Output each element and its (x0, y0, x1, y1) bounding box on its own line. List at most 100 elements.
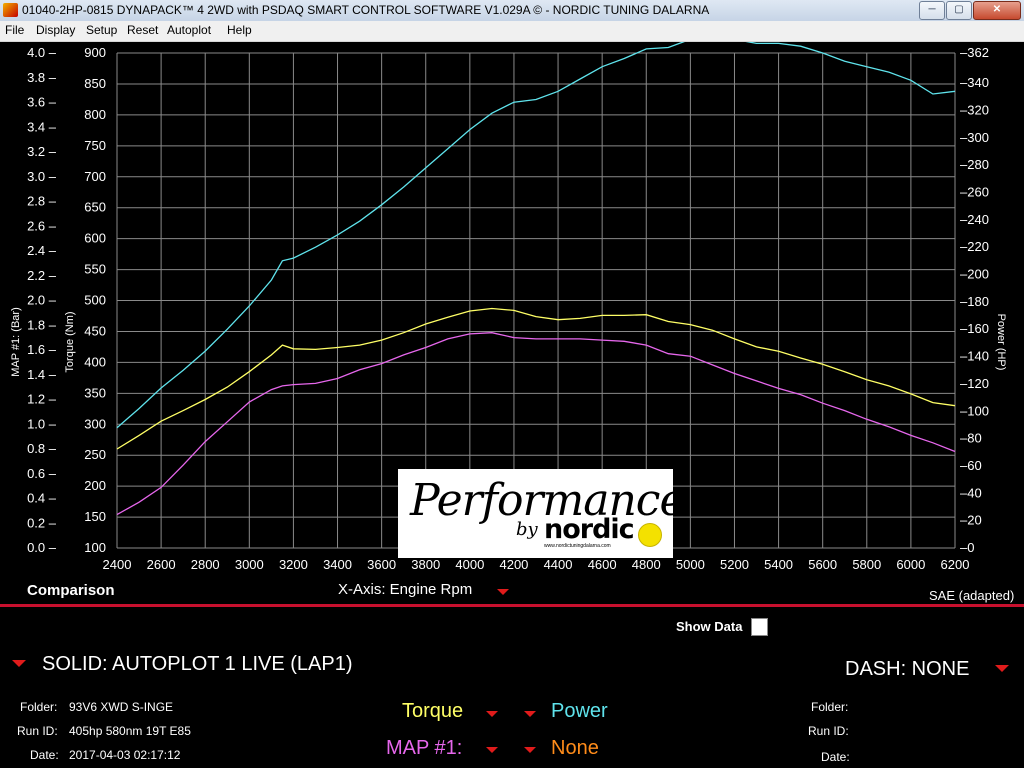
power-tick-label: –60 (960, 458, 982, 473)
power-tick-label: –340 (960, 75, 989, 90)
none-series-selector[interactable]: None (551, 737, 599, 760)
torque-tick-label: 750 (84, 138, 106, 153)
torque-tick-label: 700 (84, 169, 106, 184)
app-icon (3, 3, 18, 17)
torque-series-selector[interactable]: Torque (402, 700, 463, 723)
none-dropdown-icon[interactable] (524, 747, 536, 753)
x-tick-label: 5800 (852, 557, 881, 572)
power-tick-label: –0 (960, 540, 974, 555)
x-tick-label: 4800 (632, 557, 661, 572)
dyno-chart: 2400 2600 2800 3000 3200 3400 3600 3800 4000 4200… (0, 42, 1024, 602)
map-tick-label: 4.0 – (27, 45, 57, 60)
map-tick-label: 1.2 – (27, 392, 57, 407)
menu-display[interactable]: Display (36, 23, 75, 37)
power-dropdown-icon[interactable] (524, 711, 536, 717)
solid-run-label[interactable]: SOLID: AUTOPLOT 1 LIVE (LAP1) (42, 653, 353, 676)
map-tick-label: 1.8 – (27, 317, 57, 332)
map-tick-label: 0.2 – (27, 515, 57, 530)
power-tick-label: –180 (960, 294, 989, 309)
x-axis-dropdown-icon[interactable] (497, 589, 509, 595)
power-tick-label: –160 (960, 321, 989, 336)
folder-value: 93V6 XWD S-INGE (69, 700, 174, 714)
solid-run-dropdown-icon[interactable] (12, 660, 26, 667)
power-tick-label: –80 (960, 431, 982, 446)
logo-url: www.nordictuningdalarna.com (544, 543, 611, 549)
x-tick-label: 3600 (367, 557, 396, 572)
dash-run-label[interactable]: DASH: NONE (845, 658, 969, 681)
x-tick-label: 5600 (808, 557, 837, 572)
torque-tick-label: 400 (84, 354, 106, 369)
map-tick-label: 3.4 – (27, 119, 57, 134)
power-tick-label: –362 (960, 45, 989, 60)
run-id-value: 405hp 580nm 19T E85 (69, 724, 191, 738)
x-axis-selector-label[interactable]: X-Axis: Engine Rpm (338, 581, 472, 598)
logo-by-text: by (516, 519, 538, 540)
power-series-selector[interactable]: Power (551, 700, 608, 723)
maximize-button[interactable]: ▢ (946, 1, 972, 20)
torque-tick-label: 500 (84, 293, 106, 308)
menu-reset[interactable]: Reset (127, 23, 158, 37)
power-tick-label: –100 (960, 403, 989, 418)
comparison-label: Comparison (27, 582, 115, 599)
x-tick-label: 5400 (764, 557, 793, 572)
power-tick-label: –40 (960, 485, 982, 500)
torque-tick-label: 800 (84, 107, 106, 122)
torque-tick-label: 550 (84, 262, 106, 277)
show-data-checkbox[interactable] (751, 618, 768, 636)
torque-tick-label: 850 (84, 76, 106, 91)
x-tick-label: 6000 (896, 557, 925, 572)
torque-tick-label: 450 (84, 323, 106, 338)
power-tick-label: –320 (960, 102, 989, 117)
menu-file[interactable]: File (5, 23, 24, 37)
power-tick-label: –200 (960, 267, 989, 282)
menu-setup[interactable]: Setup (86, 23, 117, 37)
menu-autoplot[interactable]: Autoplot (167, 23, 211, 37)
menu-help[interactable]: Help (227, 23, 252, 37)
dash-run-dropdown-icon[interactable] (995, 665, 1009, 672)
minimize-button[interactable]: ─ (919, 1, 945, 20)
map-tick-label: 2.0 – (27, 293, 57, 308)
x-tick-label: 2800 (191, 557, 220, 572)
map-tick-label: 0.6 – (27, 466, 57, 481)
map-tick-label: 2.6 – (27, 218, 57, 233)
x-tick-label: 4000 (455, 557, 484, 572)
power-tick-label: –20 (960, 513, 982, 528)
torque-tick-label: 350 (84, 385, 106, 400)
power-tick-label: –260 (960, 184, 989, 199)
logo-brand-text: nordic (544, 514, 635, 545)
torque-tick-label: 150 (84, 509, 106, 524)
run-id-label: Run ID: (17, 724, 58, 738)
map-tick-label: 2.8 – (27, 194, 57, 209)
map-tick-label: 0.0 – (27, 540, 57, 555)
torque-tick-label: 650 (84, 200, 106, 215)
x-tick-label: 2400 (103, 557, 132, 572)
series-line-power (116, 42, 956, 429)
power-tick-label: –280 (960, 157, 989, 172)
torque-tick-label: 300 (84, 416, 106, 431)
title-bar: 01040-2HP-0815 DYNAPACK™ 4 2WD with PSDA… (0, 0, 1024, 22)
logo-sun-icon (638, 523, 662, 547)
series-line-torque (116, 307, 956, 450)
dash-run-id-label: Run ID: (808, 724, 849, 738)
map-tick-label: 3.8 – (27, 70, 57, 85)
date-value: 2017-04-03 02:17:12 (69, 748, 181, 762)
map-tick-label: 1.6 – (27, 342, 57, 357)
power-tick-label: –220 (960, 239, 989, 254)
x-tick-label: 4600 (588, 557, 617, 572)
map-tick-label: 3.6 – (27, 95, 57, 110)
torque-dropdown-icon[interactable] (486, 711, 498, 717)
map-axis-title: MAP #1: (Bar) (10, 307, 22, 377)
menu-bar: File Display Setup Reset Autoplot Help (0, 21, 1024, 42)
x-tick-label: 3000 (235, 557, 264, 572)
close-button[interactable]: ✕ (973, 1, 1021, 20)
x-tick-label: 4400 (544, 557, 573, 572)
map-series-selector[interactable]: MAP #1: (386, 737, 462, 760)
map-tick-label: 3.2 – (27, 144, 57, 159)
torque-tick-label: 100 (84, 540, 106, 555)
x-tick-label: 6200 (941, 557, 970, 572)
show-data-label: Show Data (676, 619, 743, 634)
x-tick-label: 3400 (323, 557, 352, 572)
map-dropdown-icon[interactable] (486, 747, 498, 753)
power-tick-label: –240 (960, 212, 989, 227)
window-title: 01040-2HP-0815 DYNAPACK™ 4 2WD with PSDA… (22, 3, 710, 17)
